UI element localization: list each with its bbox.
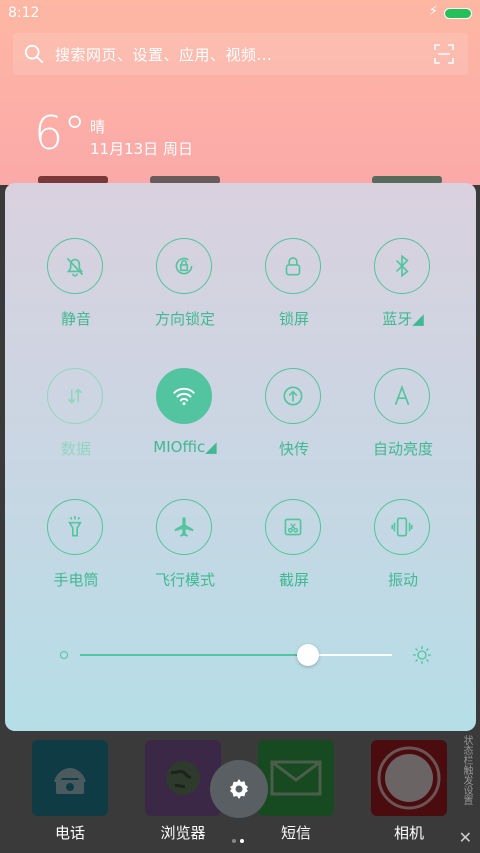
toggle-label: MIOffic◢ [153, 438, 217, 456]
brightness-low-icon [60, 651, 68, 659]
brightness-fill [80, 654, 308, 656]
side-note: 状态栏触发设置 [461, 735, 472, 805]
weather-condition: 晴 [90, 118, 106, 136]
app-phone[interactable] [32, 740, 108, 816]
battery-icon [444, 8, 472, 19]
page-dot-active [240, 839, 244, 843]
app-browser[interactable] [145, 740, 221, 816]
toggle-label: 方向锁定 [154, 310, 215, 328]
toggle-label: 静音 [60, 310, 91, 328]
toggle-mute[interactable]: 静音 [26, 238, 126, 348]
toggle-label: 自动亮度 [372, 440, 433, 458]
lock-icon [265, 238, 321, 294]
quick-transfer-icon [265, 368, 321, 424]
toggle-label: 飞行模式 [154, 571, 215, 589]
control-panel: 静音 方向锁定 锁屏 蓝牙◢ 数据 MIOffic◢ 快传 自动亮度 手电筒 飞… [5, 183, 476, 731]
toggle-auto-brightness[interactable]: 自动亮度 [353, 368, 453, 478]
toggle-quick-transfer[interactable]: 快传 [244, 368, 344, 478]
toggle-mobile-data[interactable]: 数据 [26, 368, 126, 478]
mobile-data-icon [47, 368, 103, 424]
toggle-screenshot[interactable]: 截屏 [244, 499, 344, 609]
message-icon [270, 760, 322, 796]
phone-icon [54, 768, 86, 794]
settings-button[interactable] [210, 760, 268, 818]
toggle-label: 蓝牙◢ [382, 310, 424, 328]
app-label: 相机 [393, 824, 424, 842]
weather-temperature: 6° [34, 106, 87, 160]
search-icon [24, 44, 44, 64]
brightness-high-icon [413, 646, 431, 664]
camera-icon [377, 746, 441, 810]
app-camera[interactable] [371, 740, 447, 816]
toggle-lock-screen[interactable]: 锁屏 [244, 238, 344, 348]
app-messages[interactable] [258, 740, 334, 816]
toggle-label: 手电筒 [53, 571, 99, 589]
toggle-rotation-lock[interactable]: 方向锁定 [135, 238, 235, 348]
vibrate-icon [374, 499, 430, 555]
wifi-icon [156, 368, 212, 424]
page-dot [232, 839, 236, 843]
brightness-track[interactable] [80, 644, 392, 666]
screenshot-icon [265, 499, 321, 555]
browser-icon [166, 761, 200, 795]
app-label: 短信 [280, 824, 311, 842]
weather-date: 11月13日 周日 [90, 140, 193, 158]
brightness-thumb[interactable] [297, 644, 319, 666]
status-time: 8:12 [8, 5, 40, 21]
scan-icon[interactable] [434, 44, 454, 64]
auto-brightness-icon [374, 368, 430, 424]
rotation-lock-icon [156, 238, 212, 294]
flashlight-icon [47, 499, 103, 555]
toggle-wifi[interactable]: MIOffic◢ [135, 368, 235, 478]
bluetooth-icon [374, 238, 430, 294]
search-bar[interactable]: 搜索网页、设置、应用、视频... [13, 33, 468, 75]
status-bar: 8:12 ⚡ [0, 0, 480, 28]
toggle-airplane-mode[interactable]: 飞行模式 [135, 499, 235, 609]
charging-icon: ⚡ [428, 4, 438, 19]
toggle-label: 锁屏 [278, 310, 309, 328]
airplane-icon [156, 499, 212, 555]
gear-icon [230, 779, 248, 799]
toggle-label: 数据 [60, 440, 91, 458]
toggle-vibrate[interactable]: 振动 [353, 499, 453, 609]
search-input[interactable]: 搜索网页、设置、应用、视频... [55, 44, 272, 65]
bell-muted-icon [47, 238, 103, 294]
app-label: 电话 [54, 824, 85, 842]
toggle-label: 振动 [387, 571, 418, 589]
toggle-flashlight[interactable]: 手电筒 [26, 499, 126, 609]
page-indicator [232, 828, 248, 843]
toggle-bluetooth[interactable]: 蓝牙◢ [353, 238, 453, 348]
close-icon[interactable]: ✕ [459, 828, 472, 847]
toggle-label: 截屏 [278, 571, 309, 589]
brightness-slider[interactable] [60, 644, 431, 666]
app-label: 浏览器 [160, 824, 206, 842]
toggle-label: 快传 [278, 440, 309, 458]
